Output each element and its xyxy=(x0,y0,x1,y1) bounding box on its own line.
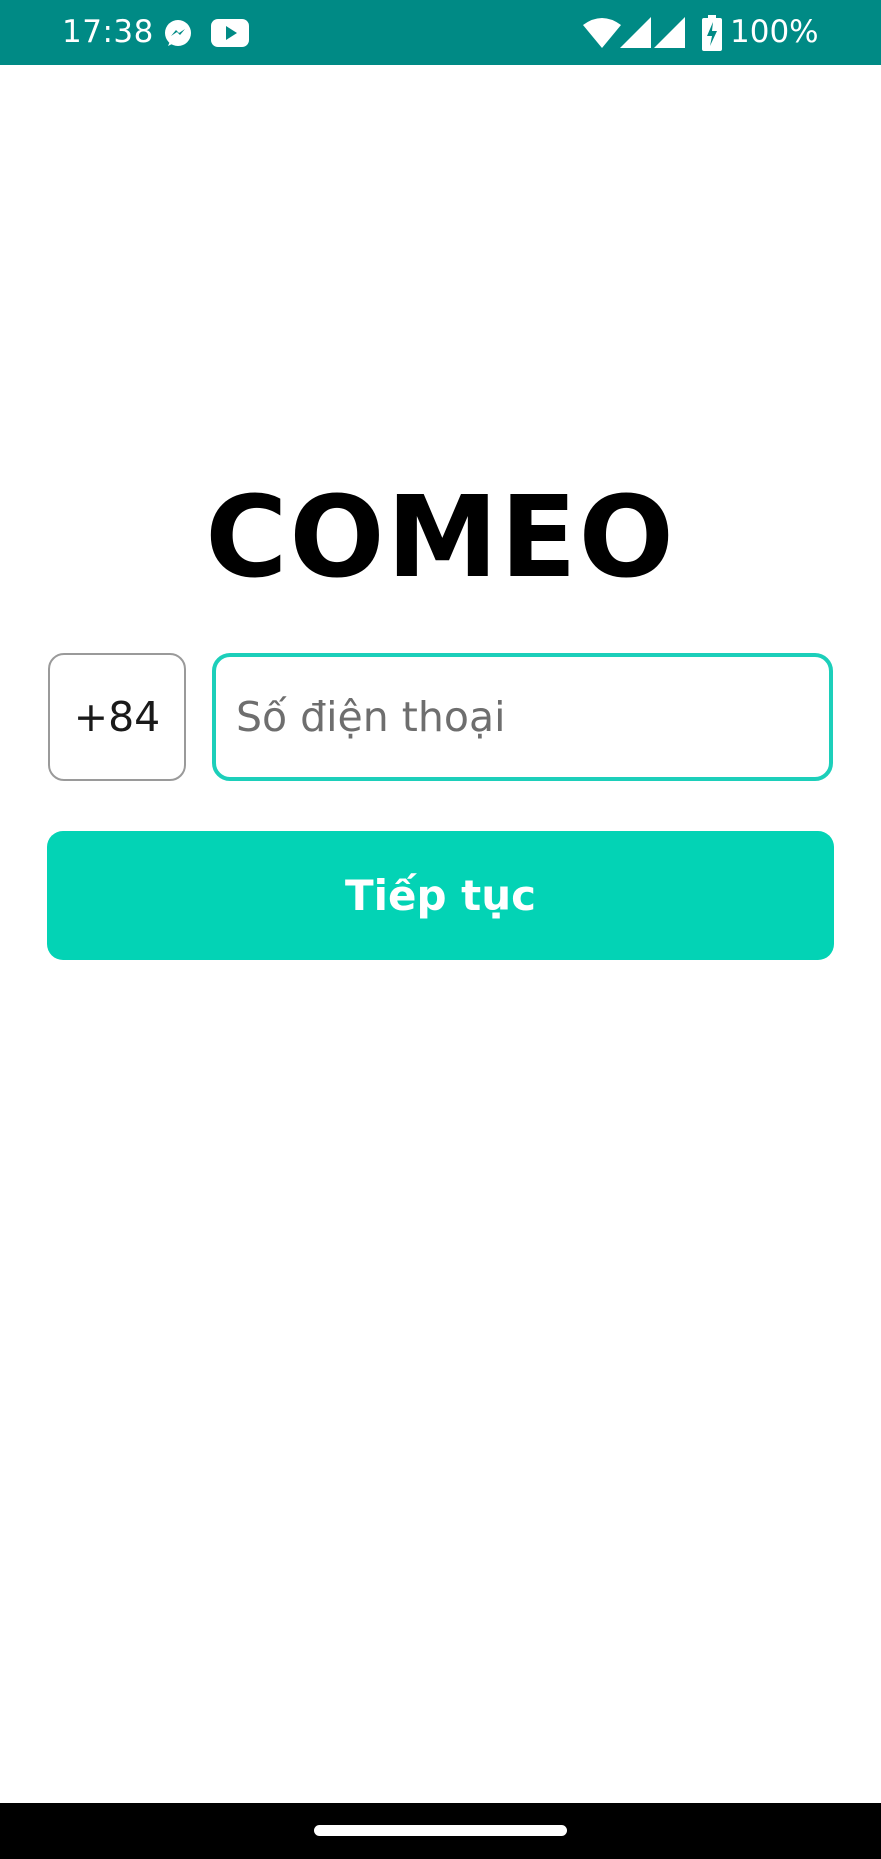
status-time: 17:38 xyxy=(62,14,154,50)
status-bar: 17:38 100% xyxy=(0,0,881,65)
battery-percent: 100% xyxy=(730,14,819,50)
continue-button[interactable]: Tiếp tục xyxy=(47,831,834,960)
youtube-icon xyxy=(211,19,249,47)
wifi-icon xyxy=(583,18,621,48)
country-code-label: +84 xyxy=(73,693,161,741)
phone-number-input[interactable] xyxy=(236,657,816,777)
battery-charging-icon xyxy=(702,15,722,51)
app-logo: COMEO xyxy=(205,473,676,603)
signal-icon xyxy=(654,17,685,48)
messenger-icon xyxy=(165,20,191,46)
signal-icon xyxy=(620,17,651,48)
continue-button-label: Tiếp tục xyxy=(344,871,537,920)
phone-number-field[interactable] xyxy=(212,653,833,781)
country-code-selector[interactable]: +84 xyxy=(48,653,186,781)
home-indicator[interactable] xyxy=(314,1825,567,1836)
navigation-bar xyxy=(0,1803,881,1859)
